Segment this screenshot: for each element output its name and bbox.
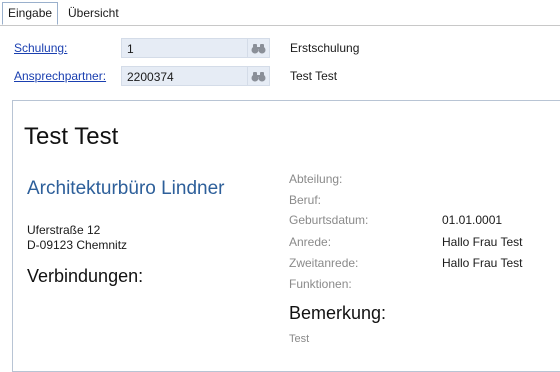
field-label-beruf: Beruf: bbox=[289, 193, 322, 207]
ansprechpartner-row: Ansprechpartner: 2200374 Test Test bbox=[0, 66, 560, 88]
ansprechpartner-link[interactable]: Ansprechpartner: bbox=[14, 69, 106, 83]
ansprechpartner-input[interactable]: 2200374 bbox=[121, 66, 248, 86]
field-value-anrede: Hallo Frau Test bbox=[442, 235, 523, 249]
schulung-input[interactable]: 1 bbox=[121, 38, 248, 58]
remark-heading: Bemerkung: bbox=[289, 303, 387, 323]
company-name: Architekturbüro Lindner bbox=[27, 178, 225, 199]
ansprechpartner-description: Test Test bbox=[290, 69, 338, 83]
field-value-zweitanrede: Hallo Frau Test bbox=[442, 256, 523, 270]
tab-bar: Eingabe Übersicht bbox=[0, 0, 560, 26]
field-label-geburtsdatum: Geburtsdatum: bbox=[289, 213, 369, 227]
ansprechpartner-lookup-button[interactable] bbox=[248, 66, 270, 86]
contact-card: Test Test Architekturbüro Lindner Uferst… bbox=[12, 100, 560, 372]
contact-name: Test Test bbox=[24, 123, 119, 150]
field-label-zweitanrede: Zweitanrede: bbox=[289, 256, 359, 270]
tab-eingabe[interactable]: Eingabe bbox=[2, 2, 59, 25]
field-label-abteilung: Abteilung: bbox=[289, 172, 343, 186]
address-street: Uferstraße 12 bbox=[27, 223, 101, 237]
remark-text: Test bbox=[289, 333, 310, 345]
schulung-lookup-button[interactable] bbox=[248, 38, 270, 58]
connections-heading: Verbindungen: bbox=[27, 266, 144, 286]
schulung-row: Schulung: 1 Erstschulung bbox=[0, 38, 560, 60]
field-label-anrede: Anrede: bbox=[289, 235, 332, 249]
schulung-link[interactable]: Schulung: bbox=[14, 41, 67, 55]
schulung-description: Erstschulung bbox=[290, 41, 360, 55]
field-label-funktionen: Funktionen: bbox=[289, 277, 352, 291]
field-value-geburtsdatum: 01.01.0001 bbox=[442, 213, 503, 227]
address-city: D-09123 Chemnitz bbox=[27, 238, 128, 252]
tab-uebersicht[interactable]: Übersicht bbox=[63, 3, 124, 24]
